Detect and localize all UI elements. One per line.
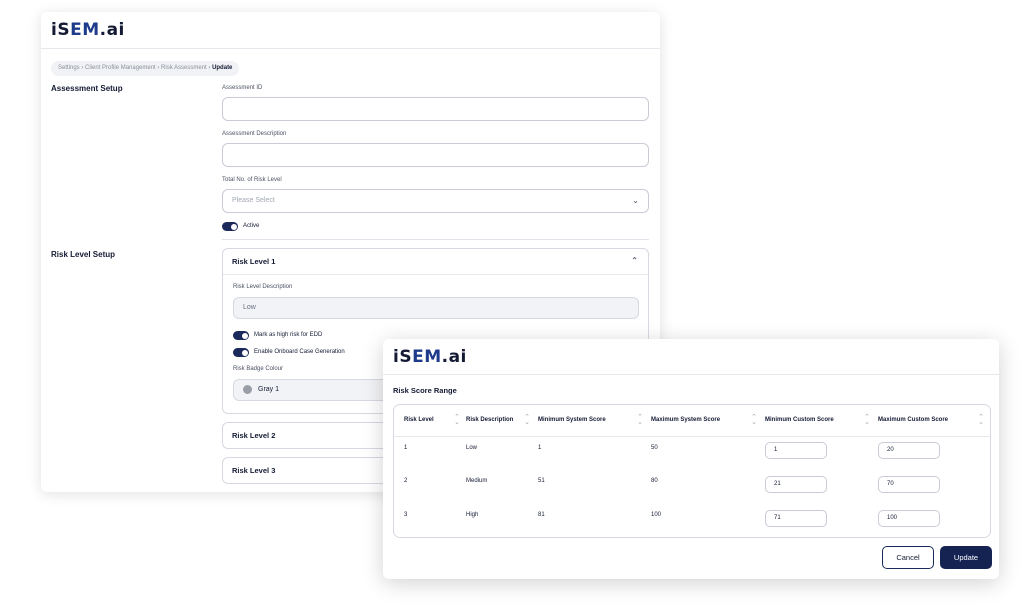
onboard-case-toggle[interactable] xyxy=(233,348,249,357)
sort-icon[interactable]: ⌃ ⌄ xyxy=(978,414,984,426)
total-risk-level-placeholder: Please Select xyxy=(232,197,275,204)
total-risk-level-label: Total No. of Risk Level xyxy=(222,177,282,183)
sort-icon[interactable]: ⌃ ⌄ xyxy=(454,414,460,426)
section-divider xyxy=(222,239,649,240)
active-label: Active xyxy=(243,223,260,229)
sort-icon[interactable]: ⌃ ⌄ xyxy=(751,414,757,426)
risk-score-table: Risk Level ⌃ ⌄ Risk Description ⌃ ⌄ Minimu… xyxy=(393,404,991,538)
table-header-divider xyxy=(394,436,990,437)
risk-badge-colour-label: Risk Badge Colour xyxy=(233,366,284,372)
table-row-1-max-system: 50 xyxy=(651,445,658,451)
table-row-3-description: High xyxy=(466,512,479,518)
risk-level-description-input[interactable]: Low xyxy=(233,297,639,319)
assessment-id-label: Assessment ID xyxy=(222,85,263,91)
breadcrumb-path[interactable]: Settings › Client Profile Management › R… xyxy=(58,65,212,71)
onboard-case-label: Enable Onboard Case Generation xyxy=(254,349,345,355)
assessment-description-input[interactable] xyxy=(222,143,649,167)
app-logo[interactable]: iSEM.ai xyxy=(51,20,125,40)
table-row-2-max-custom-input[interactable]: 70 xyxy=(878,476,940,493)
update-button[interactable]: Update xyxy=(940,546,992,569)
chevron-up-icon[interactable]: ⌃ xyxy=(631,256,638,265)
risk-score-window: iSEM.ai Risk Score Range Risk Level ⌃ ⌄ R… xyxy=(383,339,999,579)
edd-label: Mark as high risk for EDD xyxy=(254,332,323,338)
risk-level-description-label: Risk Level Description xyxy=(233,284,293,290)
sort-icon[interactable]: ⌃ ⌄ xyxy=(524,414,530,426)
table-row-2-min-custom-input[interactable]: 21 xyxy=(765,476,827,493)
table-row-3-level: 3 xyxy=(404,512,408,518)
table-row-2-description: Medium xyxy=(466,478,488,484)
column-header-risk-description[interactable]: Risk Description xyxy=(466,417,513,423)
breadcrumb: Settings › Client Profile Management › R… xyxy=(51,61,240,76)
active-toggle[interactable] xyxy=(222,222,238,231)
risk-level-title-3: Risk Level 3 xyxy=(232,466,276,475)
risk-score-range-title: Risk Score Range xyxy=(393,386,457,395)
breadcrumb-current: Update xyxy=(212,65,233,71)
table-row-1-min-custom-input[interactable]: 1 xyxy=(765,442,827,459)
edd-toggle[interactable] xyxy=(233,331,249,340)
table-row-3-min-custom-input[interactable]: 71 xyxy=(765,510,827,527)
assessment-description-label: Assessment Description xyxy=(222,131,287,137)
column-header-min-custom-score[interactable]: Minimum Custom Score xyxy=(765,417,834,423)
total-risk-level-select[interactable]: Please Select ⌄ xyxy=(222,189,649,213)
risk-badge-colour-value: Gray 1 xyxy=(258,386,280,393)
table-row-1-max-custom-input[interactable]: 20 xyxy=(878,442,940,459)
column-header-max-custom-score[interactable]: Maximum Custom Score xyxy=(878,417,948,423)
chevron-down-icon: ⌄ xyxy=(632,196,639,205)
overlay-app-logo[interactable]: iSEM.ai xyxy=(393,347,467,367)
risk-level-header-1[interactable]: Risk Level 1 ⌃ xyxy=(223,249,648,274)
assessment-setup-title: Assessment Setup xyxy=(51,84,123,93)
table-row-2-max-system: 80 xyxy=(651,478,658,484)
table-row-1-level: 1 xyxy=(404,445,408,451)
column-header-min-system-score[interactable]: Minimum System Score xyxy=(538,417,606,423)
risk-level-title-1: Risk Level 1 xyxy=(232,257,276,266)
table-row-3-max-custom-input[interactable]: 100 xyxy=(878,510,940,527)
table-row-3-min-system: 81 xyxy=(538,512,545,518)
sort-icon[interactable]: ⌃ ⌄ xyxy=(637,414,643,426)
sort-icon[interactable]: ⌃ ⌄ xyxy=(864,414,870,426)
table-row-2-min-system: 51 xyxy=(538,478,545,484)
table-row-3-max-system: 100 xyxy=(651,512,662,518)
risk-level-setup-title: Risk Level Setup xyxy=(51,250,116,259)
assessment-id-input[interactable] xyxy=(222,97,649,121)
column-header-max-system-score[interactable]: Maximum System Score xyxy=(651,417,720,423)
table-row-2-level: 2 xyxy=(404,478,408,484)
overlay-top-bar: iSEM.ai xyxy=(383,339,999,375)
column-header-risk-level[interactable]: Risk Level xyxy=(404,417,434,423)
top-bar: iSEM.ai xyxy=(41,12,660,49)
table-row-1-description: Low xyxy=(466,445,478,451)
cancel-button[interactable]: Cancel xyxy=(882,546,934,569)
color-swatch-icon xyxy=(243,384,252,394)
table-row-1-min-system: 1 xyxy=(538,445,542,451)
risk-level-title-2: Risk Level 2 xyxy=(232,431,276,440)
